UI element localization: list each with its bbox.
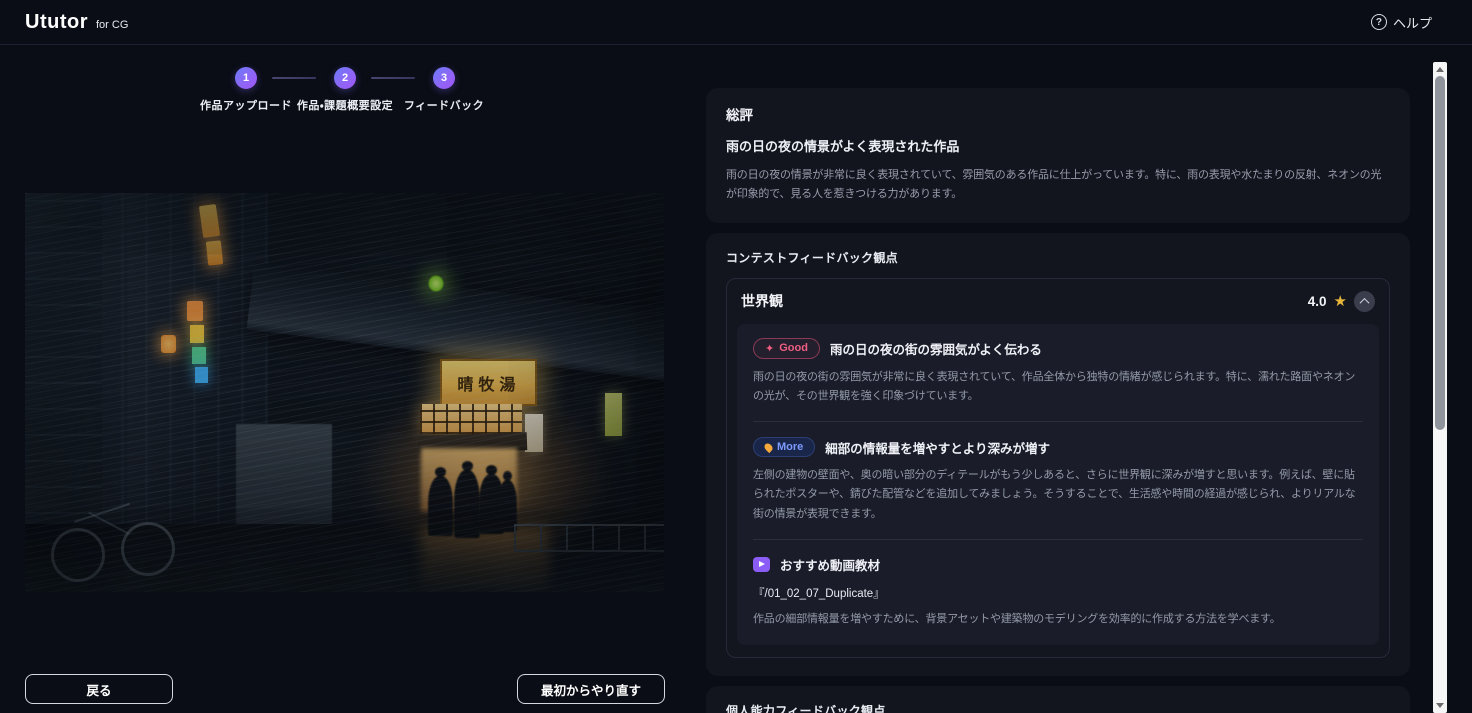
overall-subtitle: 雨の日の夜の情景がよく表現された作品 [726,136,1390,155]
worldview-subpanel: 世界観 4.0 ★ ✦Good 雨の日の夜の街の雰囲気がよく伝わる 雨の日の夜の… [726,278,1390,659]
step-3-circle: 3 [433,67,455,89]
left-building-edge [25,193,102,592]
bicycle-wheel [121,522,175,576]
chevron-up-icon [1360,297,1370,307]
feedback-card: ✦Good 雨の日の夜の街の雰囲気がよく伝わる 雨の日の夜の街の雰囲気が非常に良… [737,324,1379,646]
step-2-label: 作品・課題概要設定 [297,97,393,113]
contest-feedback-panel: コンテストフィードバック観点 世界観 4.0 ★ ✦Good 雨の日の夜の街の雰… [706,233,1410,677]
street-railing [514,524,664,552]
step-2-circle: 2 [334,67,356,89]
brand-logo: Ututor for CG [25,11,128,34]
neon-sign [206,240,223,265]
collapse-button[interactable] [1354,291,1375,312]
back-button[interactable]: 戻る [25,674,173,704]
stall-interior-light [421,448,517,512]
step-1-circle: 1 [235,67,257,89]
overall-body: 雨の日の夜の情景が非常に良く表現されていて、雰囲気のある作品に仕上がっています。… [726,166,1390,205]
overall-review-panel: 総評 雨の日の夜の情景がよく表現された作品 雨の日の夜の情景が非常に良く表現され… [706,88,1410,223]
neon-sign [187,301,202,321]
stall-banner [525,414,543,452]
stall-windows [420,404,522,434]
bicycle-frame [88,512,128,535]
lantern-sign [161,335,176,353]
flame-icon [763,441,774,452]
feedback-body: 左側の建物の壁面や、奥の暗い部分のディテールがもう少しあると、さらに世界観に深み… [753,466,1363,524]
background-building [217,193,485,432]
good-feedback-block: ✦Good 雨の日の夜の街の雰囲気がよく伝わる 雨の日の夜の街の雰囲気が非常に良… [753,338,1363,407]
feedback-title: 細部の情報量を増やすとより深みが増す [825,438,1050,457]
person-silhouette [454,470,480,538]
personal-feedback-panel: 個人能力フィードバック観点 モデリング 4.0 ★ ✦Good 主要なオブジェク… [706,686,1410,713]
worldview-header: 世界観 4.0 ★ [727,279,1389,324]
vertical-neon-sign [605,393,623,437]
neon-sign [199,204,220,238]
scrollbar-thumb[interactable] [1435,76,1445,430]
more-badge: More [753,437,815,457]
star-icon: ★ [1334,294,1347,309]
step-connector [371,77,415,79]
app-header: Ututor for CG ? ヘルプ [0,0,1472,45]
left-building [25,193,268,592]
neon-sign [195,367,208,383]
criterion-name: 世界観 [741,291,783,311]
overpass-girder [246,262,664,384]
good-badge: ✦Good [753,338,820,359]
video-recommendation-block: おすすめ動画教材 『/01_02_07_Duplicate』 作品の細部情報量を… [753,539,1363,629]
feedback-body: 雨の日の夜の街の雰囲気が非常に良く表現されていて、作品全体から独特の情緒が感じら… [753,368,1363,407]
scrollbar-down-arrow[interactable] [1436,703,1444,708]
video-block-body: 作品の細部情報量を増やすために、背景アセットや建築物のモデリングを効率的に作成す… [753,610,1363,629]
contest-section-label: コンテストフィードバック観点 [726,249,1390,266]
help-label: ヘルプ [1393,13,1432,32]
sparkle-icon: ✦ [765,342,774,355]
person-silhouette [498,480,517,532]
video-block-title: おすすめ動画教材 [780,555,880,574]
stall-glow [357,385,613,565]
neon-sign [190,325,204,343]
video-material-link[interactable]: 『/01_02_07_Duplicate』 [753,585,1363,601]
step-3-label: フィードバック [404,97,484,113]
overall-title: 総評 [726,104,1390,124]
feedback-title: 雨の日の夜の街の雰囲気がよく伝わる [830,339,1042,358]
question-circle-icon: ? [1371,14,1387,30]
dark-sky [447,193,664,305]
step-1-label: 作品アップロード [200,97,292,113]
person-silhouette [428,476,454,536]
feedback-column: 総評 雨の日の夜の情景がよく表現された作品 雨の日の夜の情景が非常に良く表現され… [706,88,1410,713]
ground-reflection [421,528,549,592]
person-silhouette [479,474,505,534]
stall-awning [418,433,527,455]
more-feedback-block: More 細部の情報量を増やすとより深みが増す 左側の建物の壁面や、奥の暗い部分… [753,421,1363,524]
food-stall-signboard: 晴牧湯 [440,359,537,407]
help-link[interactable]: ? ヘルプ [1371,13,1432,32]
bicycle-frame [74,503,129,523]
green-neon-light [428,275,445,292]
brand-suffix: for CG [96,19,128,31]
bicycle-wheel [51,528,105,582]
restart-button[interactable]: 最初からやり直す [517,674,665,704]
step-connector [272,77,316,79]
wet-street [25,524,664,592]
neon-sign [192,347,205,365]
artwork-image: 晴牧湯 [25,193,664,592]
lit-wall [236,424,332,592]
scrollbar[interactable] [1433,62,1447,713]
video-icon [753,557,770,572]
personal-section-label: 個人能力フィードバック観点 [726,702,1390,713]
rating-value: 4.0 [1308,294,1327,309]
brand-name: Ututor [25,11,88,34]
scrollbar-up-arrow[interactable] [1436,67,1444,72]
